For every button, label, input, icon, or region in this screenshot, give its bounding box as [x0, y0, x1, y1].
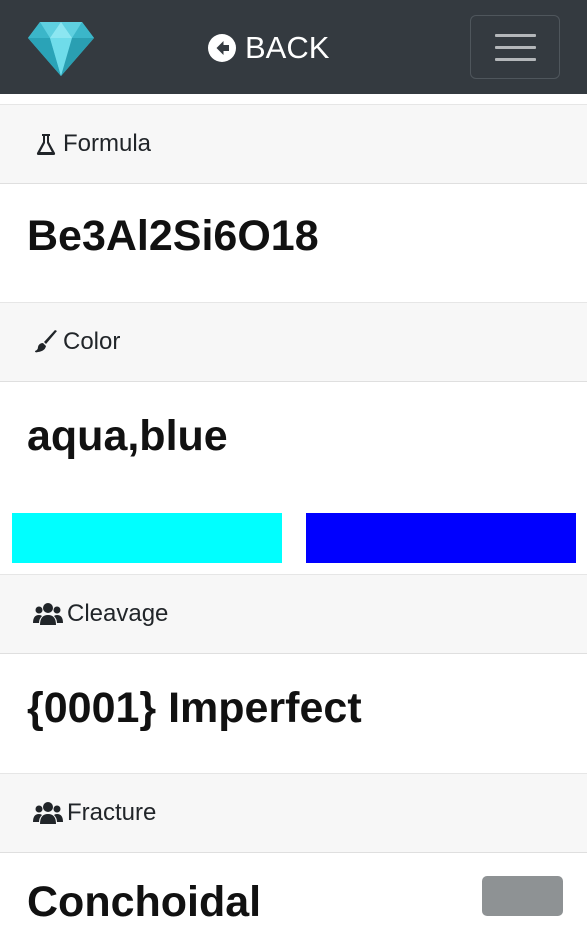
hamburger-icon	[495, 34, 536, 37]
flask-icon	[36, 134, 56, 155]
users-icon	[33, 603, 63, 625]
arrow-circle-left-icon	[208, 34, 236, 62]
back-label: BACK	[245, 30, 330, 65]
formula-label: Formula	[63, 130, 152, 157]
users-icon	[33, 802, 63, 824]
hamburger-line	[495, 58, 536, 61]
back-button[interactable]: BACK	[207, 28, 329, 68]
menu-toggle-button[interactable]	[470, 15, 560, 79]
cleavage-label: Cleavage	[67, 600, 169, 627]
formula-header: Formula	[0, 104, 587, 184]
fracture-value: Conchoidal	[27, 878, 262, 926]
color-label: Color	[63, 328, 121, 355]
top-navbar: BACK	[0, 0, 587, 94]
fracture-label: Fracture	[67, 799, 157, 826]
formula-value: Be3Al2Si6O18	[27, 212, 319, 260]
scroll-to-top-button[interactable]	[482, 876, 563, 916]
color-value: aqua,blue	[27, 412, 228, 460]
blue-color-swatch	[306, 513, 576, 563]
aqua-color-swatch	[12, 513, 282, 563]
fracture-header: Fracture	[0, 773, 587, 853]
paint-brush-icon	[35, 330, 57, 353]
cleavage-value: {0001} Imperfect	[27, 684, 362, 732]
cleavage-header: Cleavage	[0, 574, 587, 654]
hamburger-line	[495, 46, 536, 49]
color-header: Color	[0, 302, 587, 382]
diamond-icon[interactable]	[28, 20, 94, 76]
